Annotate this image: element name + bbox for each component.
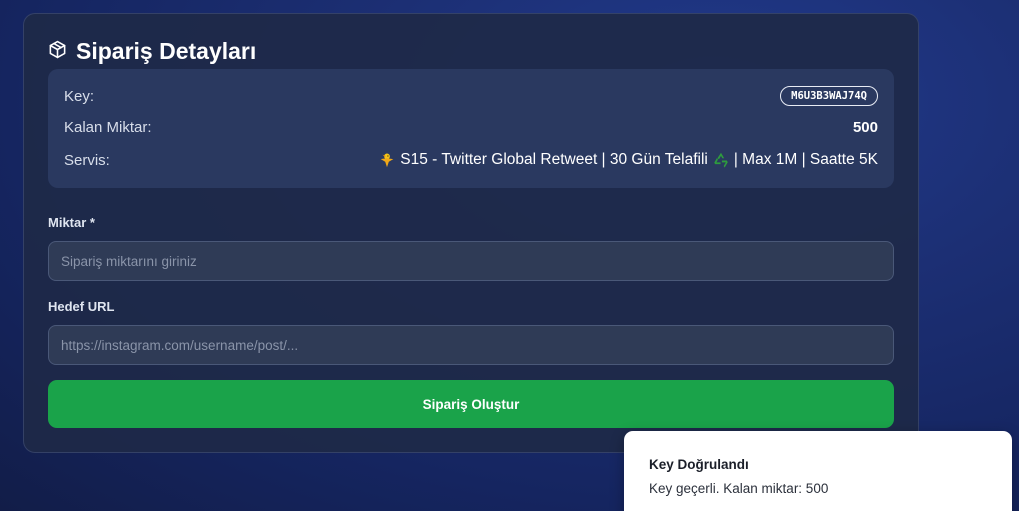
service-value: S15 - Twitter Global Retweet | 30 Gün Te… — [378, 151, 878, 169]
service-text-part2: | Max 1M | Saatte 5K — [733, 151, 878, 168]
quantity-label: Miktar * — [48, 215, 95, 230]
key-row: Key: M6U3B3WAJ74Q — [64, 86, 878, 106]
order-title-text: Sipariş Detayları — [76, 38, 257, 64]
key-badge: M6U3B3WAJ74Q — [780, 86, 878, 106]
quantity-input[interactable] — [48, 241, 894, 281]
service-row: Servis: S15 - Twitter Global Retweet | 3… — [64, 151, 878, 169]
toast-notification[interactable]: Key Doğrulandı Key geçerli. Kalan miktar… — [624, 431, 1012, 511]
toast-title: Key Doğrulandı — [649, 457, 749, 472]
service-label: Servis: — [64, 151, 110, 169]
target-url-label: Hedef URL — [48, 299, 115, 314]
order-details-panel: Key: M6U3B3WAJ74Q Kalan Miktar: 500 Serv… — [48, 69, 894, 188]
service-text-part1: S15 - Twitter Global Retweet | 30 Gün Te… — [400, 151, 708, 168]
order-card: Sipariş Detayları Key: M6U3B3WAJ74Q Kala… — [23, 13, 919, 453]
toast-description: Key geçerli. Kalan miktar: 500 — [649, 481, 829, 496]
bird-emoji-icon — [378, 151, 396, 169]
remaining-label: Kalan Miktar: — [64, 119, 152, 136]
order-title: Sipariş Detayları — [48, 38, 256, 65]
remaining-value: 500 — [852, 119, 878, 136]
create-order-button[interactable]: Sipariş Oluştur — [48, 380, 894, 428]
recycle-emoji-icon — [712, 151, 730, 169]
remaining-row: Kalan Miktar: 500 — [64, 119, 878, 136]
key-label: Key: — [64, 87, 95, 105]
target-url-input[interactable] — [48, 325, 894, 365]
package-icon — [48, 38, 67, 65]
